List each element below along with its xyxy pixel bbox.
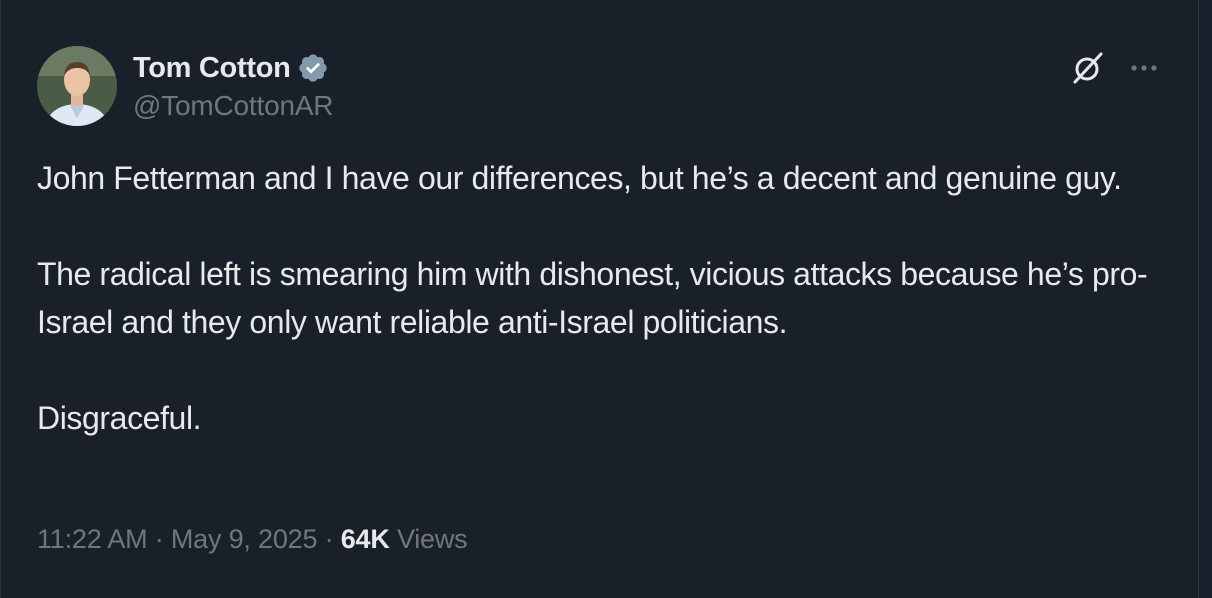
tweet-time[interactable]: 11:22 AM: [37, 524, 148, 554]
meta-separator: ·: [317, 524, 341, 554]
author-info: Tom Cotton @TomCottonAR: [133, 50, 334, 122]
tweet-paragraph: John Fetterman and I have our difference…: [37, 160, 1122, 196]
meta-separator: ·: [147, 524, 171, 554]
tweet-paragraph: Disgraceful.: [37, 400, 202, 436]
tweet-text: John Fetterman and I have our difference…: [37, 154, 1162, 442]
more-options-icon[interactable]: [1126, 50, 1162, 86]
tweet-metadata: 11:22 AM · May 9, 2025 · 64K Views: [37, 524, 468, 555]
grok-icon[interactable]: [1070, 50, 1106, 86]
author-handle[interactable]: @TomCottonAR: [133, 90, 334, 122]
avatar[interactable]: [37, 46, 117, 126]
verified-badge-icon[interactable]: [297, 52, 329, 84]
header-actions: [1070, 50, 1162, 86]
name-row: Tom Cotton: [133, 50, 333, 86]
tweet-header: Tom Cotton @TomCottonAR: [37, 46, 1162, 126]
tweet-card: Tom Cotton @TomCottonAR John Fetterman a…: [0, 0, 1199, 598]
author-display-name[interactable]: Tom Cotton: [133, 52, 291, 85]
views-count[interactable]: 64K: [341, 524, 390, 554]
tweet-paragraph: The radical left is smearing him with di…: [37, 256, 1148, 340]
tweet-date[interactable]: May 9, 2025: [171, 524, 318, 554]
views-label: Views: [389, 524, 468, 554]
